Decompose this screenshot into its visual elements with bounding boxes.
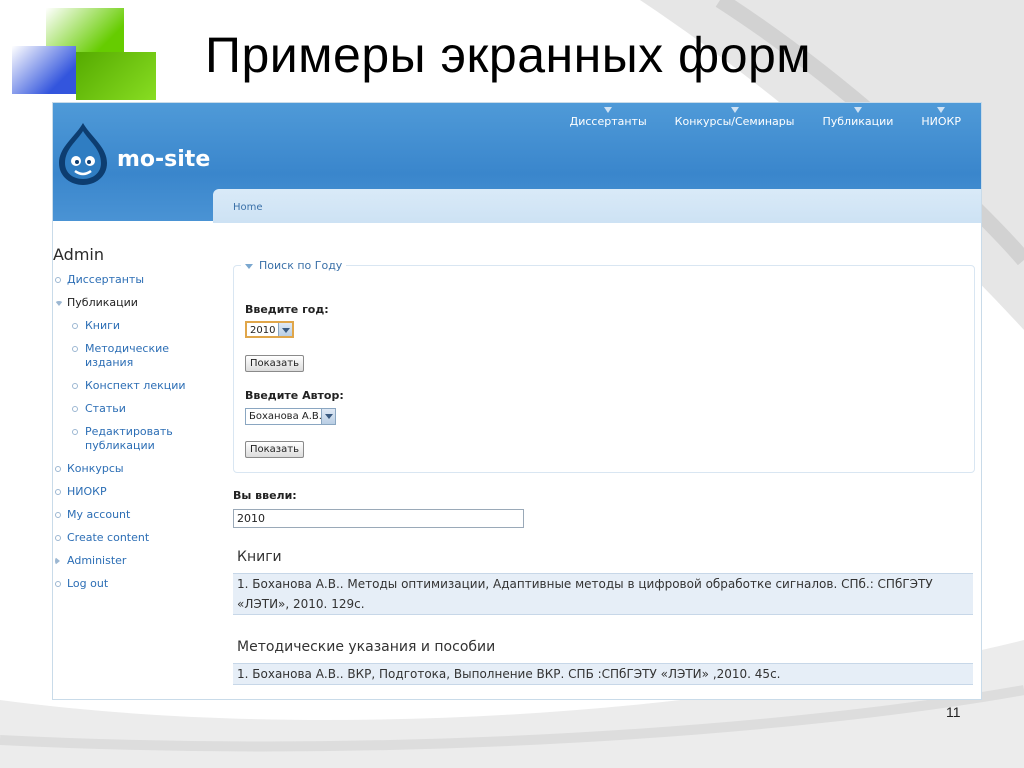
- sidebar-menu: Диссертанты Публикации Книги Методически…: [53, 273, 213, 600]
- search-fieldset: [233, 265, 975, 473]
- author-select-value: Боханова А.В.: [249, 411, 322, 422]
- site-name[interactable]: mo-site: [117, 147, 210, 172]
- sidebar-item-articles[interactable]: Статьи: [53, 402, 213, 416]
- section-title-manuals: Методические указания и пособии: [237, 639, 496, 655]
- drupal-logo-icon: [59, 123, 107, 185]
- dropdown-arrow-icon: [321, 409, 335, 424]
- sidebar-item-my-account[interactable]: My account: [53, 508, 213, 522]
- nav-item-publications[interactable]: Публикации: [808, 107, 907, 128]
- nav-item-contests[interactable]: Конкурсы/Семинары: [661, 107, 809, 128]
- sidebar-title: Admin: [53, 245, 104, 264]
- entered-value-field[interactable]: 2010: [233, 509, 524, 528]
- nav-item-niokr[interactable]: НИОКР: [907, 107, 975, 128]
- sidebar-item-publications[interactable]: Публикации: [53, 296, 213, 310]
- slide-title: Примеры экранных форм: [205, 27, 812, 83]
- sidebar-item-edit-publications[interactable]: Редактировать публикации: [53, 425, 185, 453]
- dropdown-arrow-icon: [278, 323, 292, 336]
- author-select[interactable]: Боханова А.В.: [245, 408, 336, 425]
- entered-label: Вы ввели:: [233, 489, 297, 502]
- collapse-triangle-icon: [245, 263, 253, 269]
- sidebar-item-dissertants[interactable]: Диссертанты: [53, 273, 213, 287]
- year-label: Введите год:: [245, 303, 329, 316]
- deco-squares: [0, 0, 160, 110]
- website-screenshot: mo-site Диссертанты Конкурсы/Семинары Пу…: [52, 102, 982, 700]
- slide-number: 11: [946, 704, 961, 720]
- search-legend-label: Поиск по Году: [259, 259, 343, 272]
- list-item: 1. Боханова А.В.. ВКР, Подготока, Выполн…: [233, 663, 973, 685]
- sidebar-item-lecture-notes[interactable]: Конспект лекции: [53, 379, 213, 393]
- sidebar-item-administer[interactable]: Administer: [53, 554, 213, 568]
- sidebar-item-create-content[interactable]: Create content: [53, 531, 213, 545]
- sidebar-item-log-out[interactable]: Log out: [53, 577, 213, 591]
- breadcrumb-bar: Home: [213, 189, 981, 223]
- section-title-books: Книги: [237, 549, 282, 565]
- sidebar-item-books[interactable]: Книги: [53, 319, 213, 333]
- author-label: Введите Автор:: [245, 389, 344, 402]
- show-button-author[interactable]: Показать: [245, 441, 304, 458]
- breadcrumb[interactable]: Home: [233, 202, 263, 213]
- top-navigation: Диссертанты Конкурсы/Семинары Публикации…: [556, 107, 975, 128]
- sidebar-item-niokr[interactable]: НИОКР: [53, 485, 213, 499]
- main-content: Поиск по Году Введите год: 2010 Показать…: [213, 223, 981, 699]
- nav-item-dissertants[interactable]: Диссертанты: [556, 107, 661, 128]
- sidebar-item-method-editions[interactable]: Методические издания: [53, 342, 213, 370]
- year-select[interactable]: 2010: [245, 321, 294, 338]
- sidebar: Admin Диссертанты Публикации Книги Метод…: [53, 221, 213, 699]
- search-legend[interactable]: Поиск по Году: [241, 259, 347, 272]
- show-button-year[interactable]: Показать: [245, 355, 304, 372]
- sidebar-item-contests[interactable]: Конкурсы: [53, 462, 213, 476]
- list-item: 1. Боханова А.В.. Методы оптимизации, Ад…: [233, 573, 973, 615]
- year-select-value: 2010: [250, 325, 276, 336]
